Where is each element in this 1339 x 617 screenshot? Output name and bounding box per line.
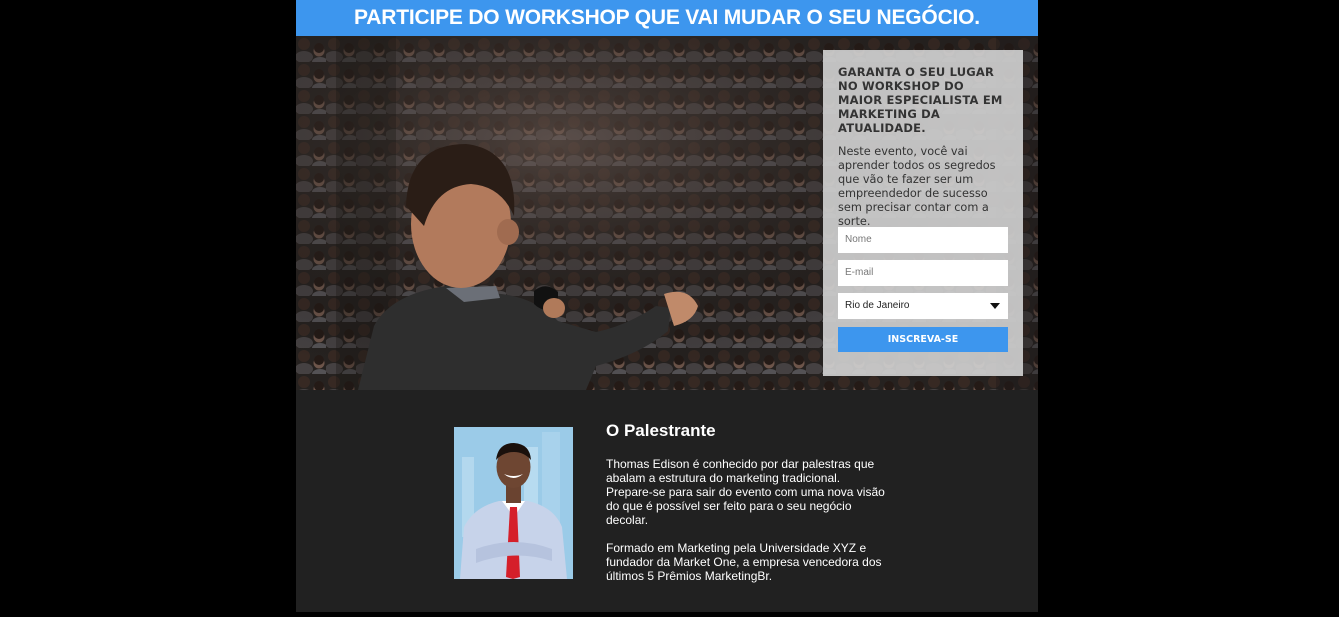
signup-title: GARANTA O SEU LUGAR NO WORKSHOP DO MAIOR… [838,65,1003,135]
chevron-down-icon [990,303,1000,309]
speaker-section: O Palestrante Thomas Edison é conhecido … [296,390,1038,612]
speaker-bio-2: Formado em Marketing pela Universidade X… [606,541,882,583]
signup-description: Neste evento, você vai aprender todos os… [838,145,996,228]
signup-form: GARANTA O SEU LUGAR NO WORKSHOP DO MAIOR… [823,50,1023,376]
speaker-photo [454,427,573,579]
subscribe-button[interactable]: INSCREVA-SE [838,327,1008,352]
hero-section: GARANTA O SEU LUGAR NO WORKSHOP DO MAIOR… [296,36,1038,390]
speaker-bio-1: Thomas Edison é conhecido por dar palest… [606,457,885,527]
city-select[interactable]: Rio de Janeiro [838,293,1008,319]
landing-page: PARTICIPE DO WORKSHOP QUE VAI MUDAR O SE… [296,0,1038,612]
city-select-value: Rio de Janeiro [845,300,910,311]
email-input[interactable] [838,260,1008,286]
speaker-heading: O Palestrante [606,421,716,440]
name-input[interactable] [838,227,1008,253]
page-header-banner: PARTICIPE DO WORKSHOP QUE VAI MUDAR O SE… [296,0,1038,36]
